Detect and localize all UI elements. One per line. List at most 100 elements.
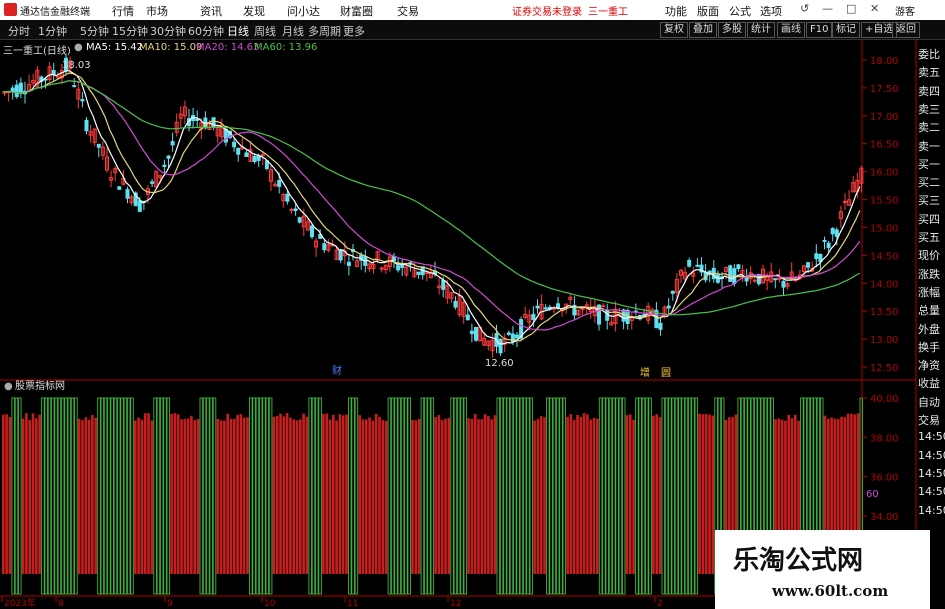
indicator-bar-green [14,397,19,595]
indicator-bar-red [233,418,236,574]
indicator-bar-red [483,414,487,574]
indicator-bar-red [708,414,711,574]
indicator-bar-green [674,397,679,595]
indicator-bar-green [117,397,121,595]
price-tick-label: 17.00 [870,112,899,123]
side-panel-item: 卖二 [918,121,940,135]
indicator-bar-red [411,419,414,574]
indicator-bar-green [249,397,253,595]
side-panel-item: 收益 [918,377,940,391]
candle-body [441,279,446,290]
candle-body [687,259,692,267]
indicator-bar-green [390,397,395,595]
indicator-bar-green [513,397,517,595]
indicator-bar-red [272,416,276,574]
indicator-bar-green [64,397,68,595]
candle-body [531,313,536,320]
indicator-bar-green [549,397,553,595]
indicator-bar-red [295,420,299,574]
price-tick-label: 15.50 [870,196,899,207]
candlesticks [2,53,864,358]
indicator-bar-green [394,397,398,595]
indicator-bar-green [354,397,359,595]
candle-body [396,265,401,271]
indicator-bar-red [596,418,599,574]
indicator-bar-red [190,415,193,574]
side-panel-item: 14:50 [918,430,945,444]
indicator-bar-green [612,397,616,595]
kline-chart[interactable]: 18.00 17.50 17.00 16.50 16.00 15.50 15.00 14.50… [0,0,945,609]
side-panel-item: 涨跌 [918,267,940,281]
indicator-bar-red [371,420,375,574]
indicator-bar-red [569,414,573,574]
side-panel-item: 买五 [918,231,940,244]
indicator-bar-red [345,414,348,574]
indicator-bar-green [456,397,461,595]
indicator-bar-green [681,397,685,595]
indicator-bar-green [97,397,101,595]
indicator-bar-red [341,415,345,574]
high-annotation: 18.03 [62,60,91,71]
side-panel-item: 卖三 [918,102,940,116]
lower-settings-icon[interactable]: ● [4,381,13,392]
date-tick-label: 9 [167,599,173,609]
candle-body [244,152,249,158]
indicator-bar-red [137,417,140,574]
indicator-bar-red [140,419,144,574]
indicator-bar-red [305,416,309,574]
marker-cai[interactable]: 财 [332,364,342,377]
indicator-bar-green [559,397,563,595]
indicator-bar-green [255,397,260,595]
price-tick-label: 17.50 [870,84,899,95]
indicator-bar-green [496,397,501,595]
candle-body [781,280,786,288]
indicator-bar-red [2,414,5,574]
indicator-bar-green [400,397,405,595]
indicator-bar-red [173,413,177,574]
indicator-bar-green [57,397,62,595]
candle-body [289,208,294,211]
price-tick-label: 14.50 [870,251,899,262]
indicator-bar-green [209,397,213,595]
candle-body [814,253,819,260]
indicator-bar-green [107,397,111,595]
indicator-bar-green [526,397,530,595]
candle-body [695,264,700,267]
indicator-bar-red [338,414,342,574]
candle-body [806,262,811,268]
lower-tick-label: 38.00 [870,433,899,444]
indicator-bar-green [397,397,402,595]
side-panel-item: 委比 [918,48,940,61]
indicator-bar-green [509,397,514,595]
indicator-bar-red [629,414,632,574]
indicator-bar-green [546,397,550,595]
indicator-bar-red [5,414,8,574]
indicator-bar-green [407,397,411,595]
indicator-bar-green [668,397,672,595]
indicator-bar-red [444,418,447,574]
indicator-bar-red [579,416,583,574]
indicator-bar-red [170,413,173,574]
side-panel-item: 买一 [918,157,940,171]
side-panel-item: 14:50 [918,466,945,480]
indicator-bar-red [193,420,196,574]
indicator-bar-red [38,414,41,574]
indicator-bar-green [315,397,319,595]
indicator-bar-red [480,419,484,574]
price-tick-label: 13.50 [870,307,899,318]
indicator-bar-green [463,397,468,595]
low-annotation: 12.60 [485,358,514,369]
indicator-bar-green [113,397,118,595]
marker-zeng[interactable]: 增 [640,366,650,379]
candle-body [338,249,343,261]
marker-box[interactable]: 圆 [661,367,671,379]
indicator-bar-red [226,413,229,574]
candle-body [285,193,290,202]
side-panel-item: 14:50 [918,485,945,499]
indicator-bar-red [652,415,655,574]
indicator-bar-green [311,397,316,595]
side-panel-item: 买二 [918,176,940,190]
indicator-bar-red [31,413,35,574]
side-panel-item: 净资 [918,359,940,373]
indicator-bar-red [467,418,470,574]
